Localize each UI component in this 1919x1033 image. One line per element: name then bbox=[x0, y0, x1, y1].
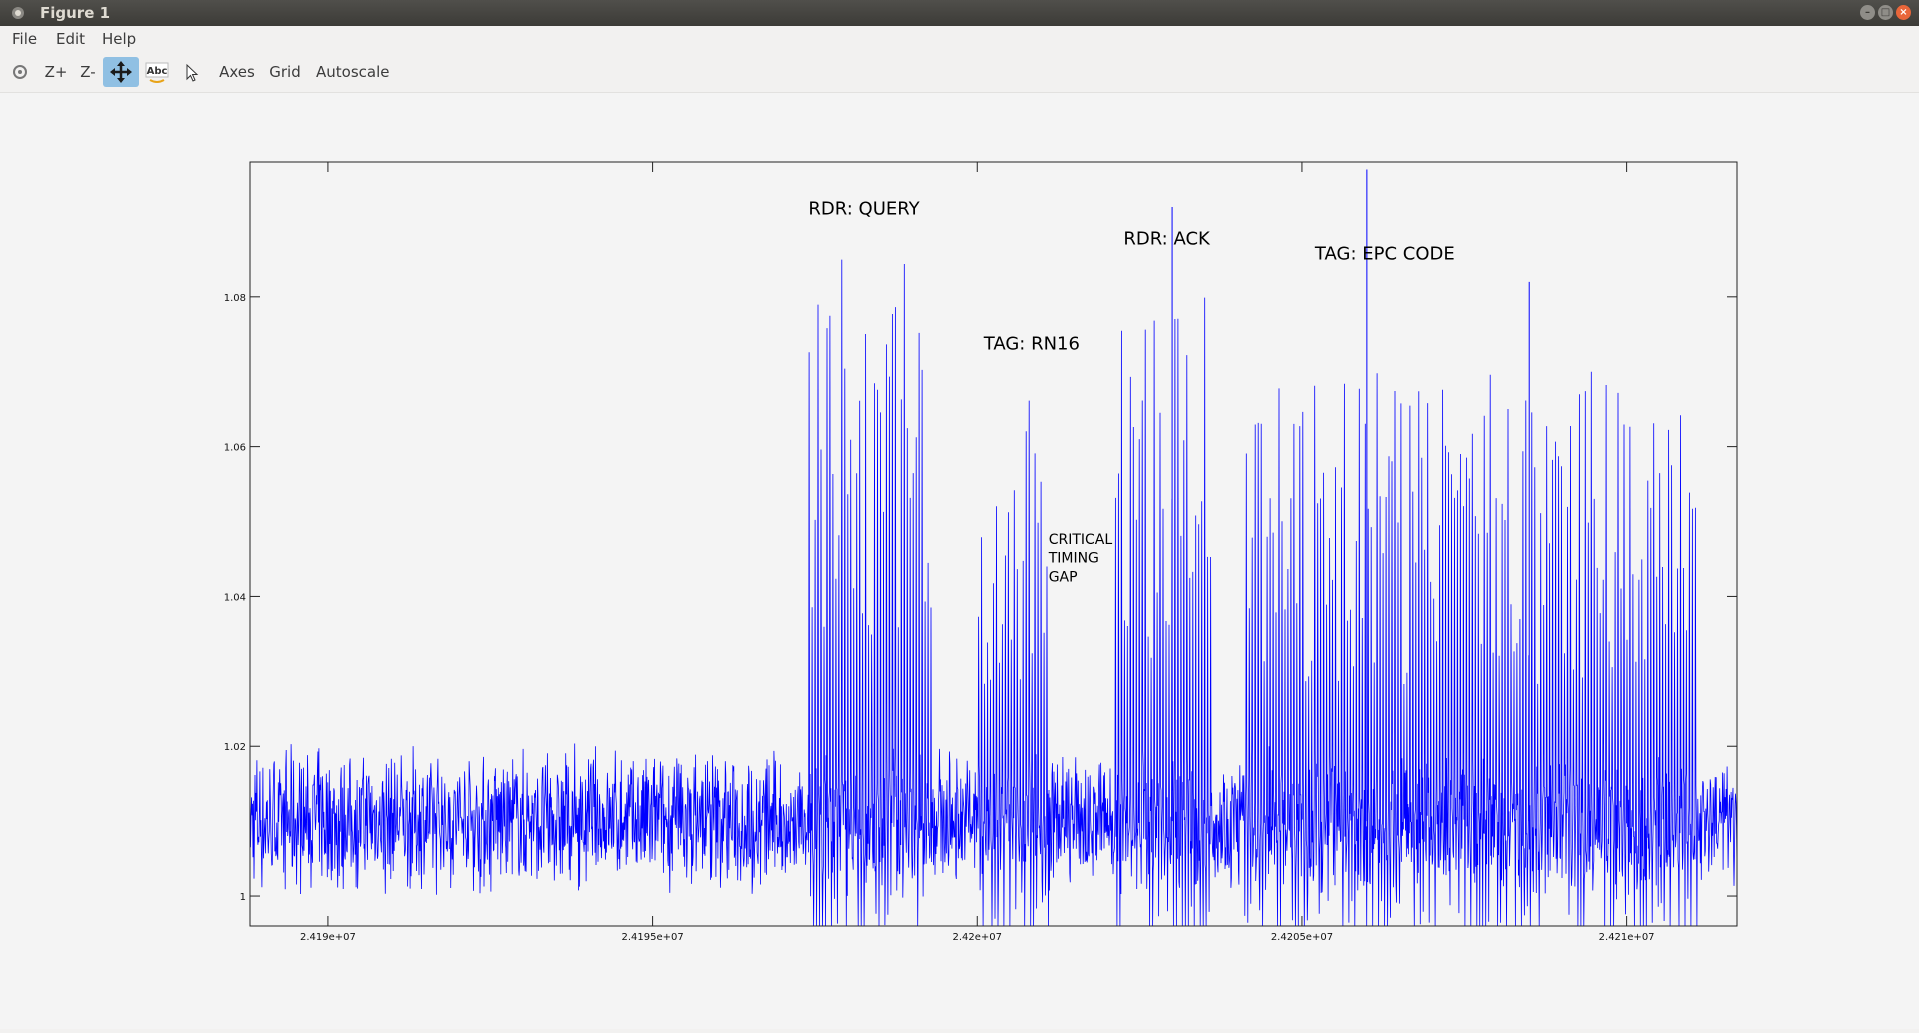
menu-edit[interactable]: Edit bbox=[56, 30, 85, 48]
window-titlebar: Figure 1 – □ × bbox=[0, 0, 1919, 26]
zoom-in-button[interactable]: Z+ bbox=[44, 57, 68, 87]
y-tick-label: 1.06 bbox=[224, 443, 246, 454]
text-tool-label: Abc bbox=[147, 66, 168, 77]
y-tick-label: 1 bbox=[240, 892, 246, 903]
grid-button[interactable]: Grid bbox=[268, 57, 302, 87]
app-icon bbox=[12, 7, 24, 19]
select-button[interactable] bbox=[184, 57, 200, 87]
text-tool-icon: Abc bbox=[145, 62, 169, 83]
rotate-icon bbox=[13, 65, 27, 79]
autoscale-button[interactable]: Autoscale bbox=[316, 57, 389, 87]
x-tick-label: 2.421e+07 bbox=[1599, 932, 1655, 943]
menu-help[interactable]: Help bbox=[102, 30, 136, 48]
chart-annotation: TIMING bbox=[1048, 551, 1099, 567]
pan-icon bbox=[110, 61, 132, 83]
y-tick-label: 1.02 bbox=[224, 742, 246, 753]
toolbar: Z+ Z- Abc Axes Grid Autoscale bbox=[0, 52, 1919, 93]
axes-button[interactable]: Axes bbox=[219, 57, 255, 87]
cursor-icon bbox=[186, 63, 199, 82]
zoom-out-button[interactable]: Z- bbox=[77, 57, 99, 87]
minimize-icon[interactable]: – bbox=[1860, 5, 1875, 20]
plot-canvas[interactable]: 2.419e+07 2.4195e+07 2.42e+07 2.4205e+07 2.4… bbox=[0, 93, 1919, 1029]
maximize-icon[interactable]: □ bbox=[1878, 5, 1893, 20]
chart-annotation: TAG: RN16 bbox=[983, 333, 1080, 354]
menu-bar: File Edit Help bbox=[0, 26, 1919, 52]
chart-annotation: CRITICAL bbox=[1049, 532, 1113, 548]
figure-chart[interactable]: 2.419e+07 2.4195e+07 2.42e+07 2.4205e+07 2.4… bbox=[0, 93, 1919, 1029]
chart-annotation: RDR: QUERY bbox=[808, 198, 920, 219]
pan-button[interactable] bbox=[103, 57, 139, 87]
window-title: Figure 1 bbox=[40, 4, 111, 22]
chart-annotation: TAG: EPC CODE bbox=[1314, 243, 1455, 264]
x-tick-label: 2.42e+07 bbox=[953, 932, 1003, 943]
rotate-button[interactable] bbox=[10, 57, 30, 87]
x-tick-label: 2.4205e+07 bbox=[1271, 932, 1333, 943]
menu-file[interactable]: File bbox=[12, 30, 37, 48]
x-tick-label: 2.419e+07 bbox=[300, 932, 356, 943]
insert-text-button[interactable]: Abc bbox=[144, 57, 170, 87]
y-tick-label: 1.04 bbox=[224, 592, 246, 603]
chart-annotation: GAP bbox=[1049, 569, 1078, 585]
chart-annotation: RDR: ACK bbox=[1123, 228, 1211, 249]
x-tick-label: 2.4195e+07 bbox=[621, 932, 683, 943]
close-icon[interactable]: × bbox=[1896, 5, 1911, 20]
y-tick-label: 1.08 bbox=[224, 293, 246, 304]
